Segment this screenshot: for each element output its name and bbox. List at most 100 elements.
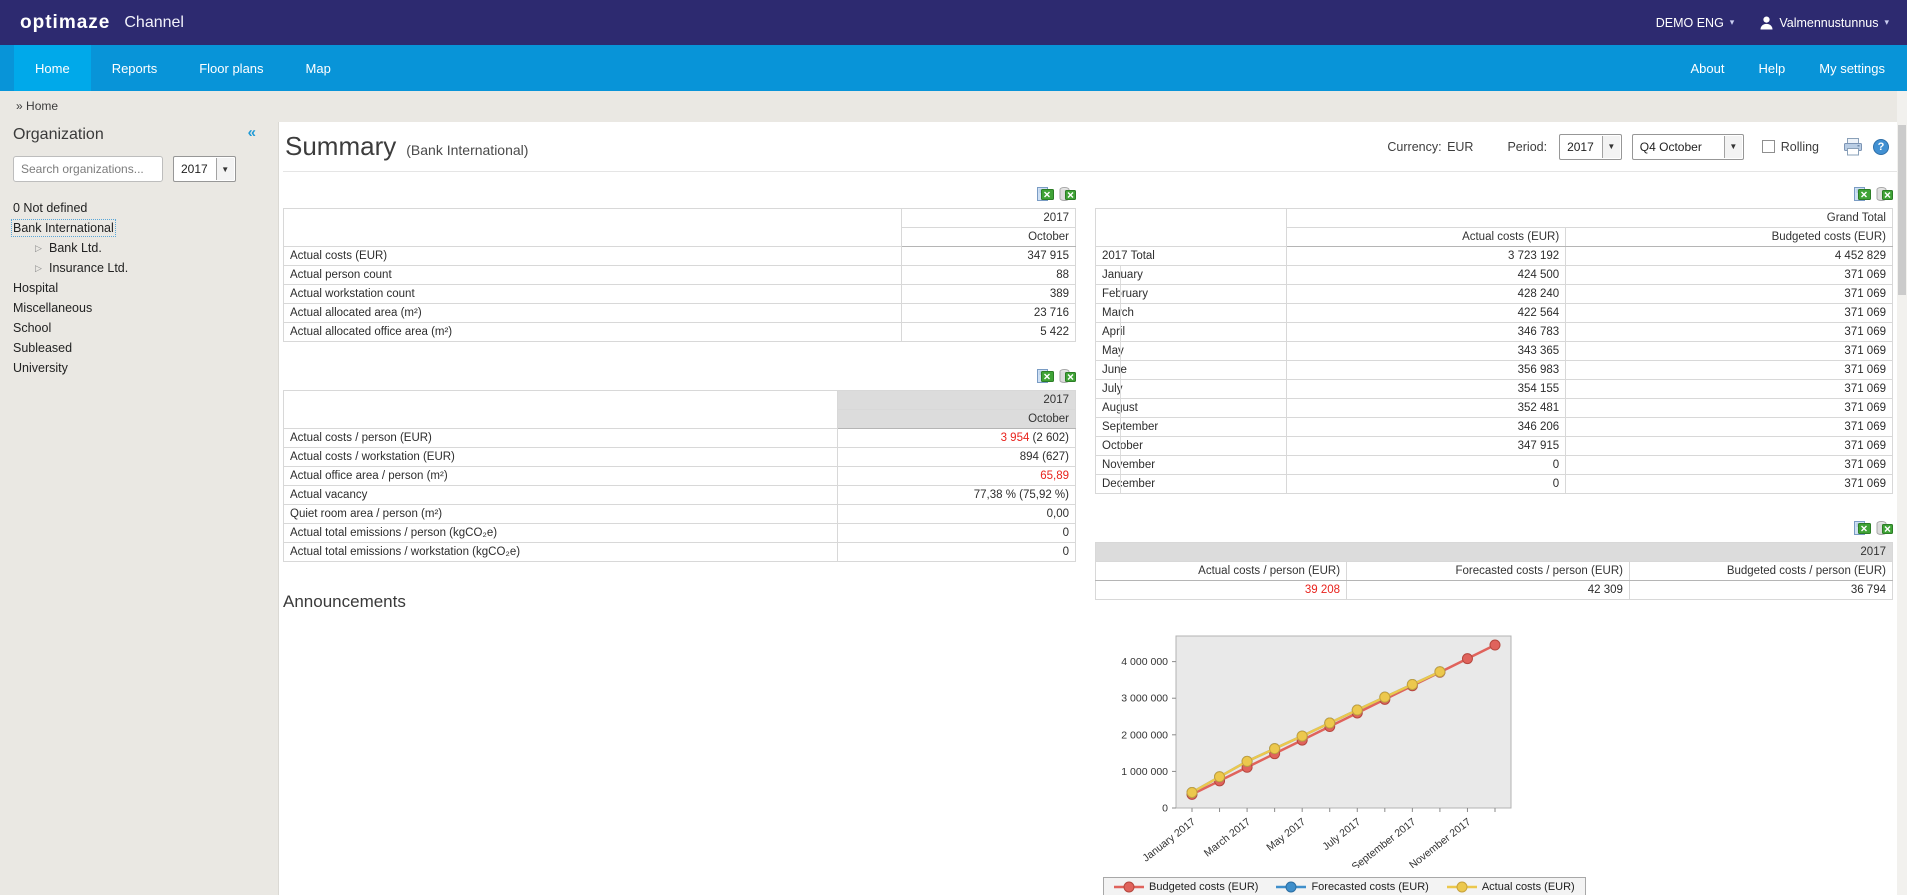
page-title: Summary: [285, 131, 396, 162]
tab-reports[interactable]: Reports: [91, 45, 179, 91]
row-value: 23 716: [901, 304, 1075, 323]
row-value: 88: [901, 266, 1075, 285]
y-tick-label: 3 000 000: [1121, 693, 1168, 705]
period-label: Period:: [1507, 140, 1547, 154]
excel-export-icon[interactable]: [1037, 186, 1054, 202]
chart-point: [1380, 692, 1390, 702]
chart-point: [1435, 667, 1445, 677]
period-year-select[interactable]: 2017 ▼: [1559, 134, 1622, 160]
row-value: 347 915: [901, 247, 1075, 266]
nav-link-about[interactable]: About: [1691, 61, 1725, 76]
tab-home[interactable]: Home: [14, 45, 91, 91]
row-budgeted: 371 069: [1566, 456, 1893, 475]
search-input[interactable]: [13, 156, 163, 182]
row-actual: 354 155: [1287, 380, 1566, 399]
user-menu[interactable]: Valmennustunnus ▾: [1760, 16, 1889, 30]
row-value: 65,89: [838, 467, 1076, 486]
organization-sidebar: Organization « 2017 ▼ 0 Not definedBank …: [0, 124, 268, 895]
currency-label: Currency:: [1387, 140, 1441, 154]
breadcrumb-home[interactable]: Home: [26, 99, 58, 113]
monthly-row-september: September346 206371 069: [1096, 418, 1893, 437]
row-label: Actual costs / workstation (EUR): [284, 448, 838, 467]
organization-tree: 0 Not definedBank International▷Bank Ltd…: [13, 198, 268, 378]
value-part: (2 602): [1029, 432, 1069, 444]
monthly-row-may: May343 365371 069: [1096, 342, 1893, 361]
row-budgeted: 371 069: [1566, 418, 1893, 437]
negative-value: 3 954: [1001, 432, 1030, 444]
excel-export-data-icon[interactable]: [1059, 186, 1076, 202]
row-label: Actual allocated office area (m²): [284, 323, 902, 342]
sidebar-item-miscellaneous[interactable]: Miscellaneous: [13, 298, 268, 318]
nav-link-my-settings[interactable]: My settings: [1819, 61, 1885, 76]
sidebar-collapse-icon[interactable]: «: [248, 124, 256, 141]
scrollbar-thumb[interactable]: [1898, 125, 1906, 295]
chart-legend: Budgeted costs (EUR) Forecasted costs (EU…: [1103, 877, 1586, 895]
y-tick-label: 0: [1162, 803, 1168, 815]
tab-floor-plans[interactable]: Floor plans: [178, 45, 284, 91]
monthly-row-july: July354 155371 069: [1096, 380, 1893, 399]
negative-value: 65,89: [1040, 470, 1069, 482]
monthly-row-october: October347 915371 069: [1096, 437, 1893, 456]
excel-export-data-icon[interactable]: [1876, 520, 1893, 536]
row-value: 389: [901, 285, 1075, 304]
expand-arrow-icon[interactable]: ▷: [35, 243, 49, 254]
product-name: Channel: [124, 14, 184, 32]
excel-export-icon[interactable]: [1854, 520, 1871, 536]
legend-swatch-icon: [1114, 881, 1144, 893]
sidebar-item-university[interactable]: University: [13, 358, 268, 378]
row-budgeted: 371 069: [1566, 399, 1893, 418]
sidebar-item-label: Subleased: [13, 341, 72, 355]
legend-item-forecasted-costs-eur[interactable]: Forecasted costs (EUR): [1276, 881, 1428, 893]
y-tick-label: 1 000 000: [1121, 766, 1168, 778]
chart-point: [1352, 705, 1362, 715]
print-button[interactable]: [1843, 138, 1863, 156]
sidebar-year-select[interactable]: 2017 ▼: [173, 156, 236, 182]
help-button[interactable]: ?: [1873, 139, 1889, 155]
legend-item-budgeted-costs-eur[interactable]: Budgeted costs (EUR): [1114, 881, 1258, 893]
row-budgeted: 371 069: [1566, 380, 1893, 399]
rolling-checkbox[interactable]: [1762, 140, 1775, 153]
period-quarter-select[interactable]: Q4 October ▼: [1632, 134, 1744, 160]
excel-export-icon[interactable]: [1037, 368, 1054, 384]
sidebar-item-hospital[interactable]: Hospital: [13, 278, 268, 298]
excel-export-data-icon[interactable]: [1059, 368, 1076, 384]
monthly-row-december: December0371 069: [1096, 475, 1893, 494]
chevron-down-icon: ▾: [1884, 17, 1889, 28]
chart-point: [1187, 787, 1197, 797]
row-actual: 428 240: [1287, 285, 1566, 304]
chart-point: [1490, 640, 1500, 650]
sidebar-item-0-not-defined[interactable]: 0 Not defined: [13, 198, 268, 218]
sidebar-item-label: Miscellaneous: [13, 301, 92, 315]
period-year-value: 2017: [1560, 135, 1601, 159]
sidebar-item-label: University: [13, 361, 68, 375]
excel-export-data-icon[interactable]: [1876, 186, 1893, 202]
chart-point: [1215, 772, 1225, 782]
row-value: 0,00: [838, 505, 1076, 524]
sidebar-item-bank-ltd[interactable]: ▷Bank Ltd.: [13, 238, 268, 258]
excel-export-icon[interactable]: [1854, 186, 1871, 202]
optimaze-logo[interactable]: optimaze: [20, 12, 110, 34]
chevron-down-icon: ▾: [1730, 17, 1735, 28]
legend-item-actual-costs-eur[interactable]: Actual costs (EUR): [1447, 881, 1575, 893]
chart-point: [1297, 731, 1307, 741]
page-subtitle: (Bank International): [406, 142, 528, 158]
row-actual: 356 983: [1287, 361, 1566, 380]
vertical-scrollbar[interactable]: [1897, 91, 1907, 895]
monthly-header-empty: [1096, 209, 1287, 247]
row-actual: 0: [1287, 456, 1566, 475]
sidebar-item-bank-international[interactable]: Bank International: [13, 218, 268, 238]
row-label: Quiet room area / person (m²): [284, 505, 838, 524]
sidebar-item-school[interactable]: School: [13, 318, 268, 338]
tab-map[interactable]: Map: [285, 45, 352, 91]
row-label: May: [1096, 342, 1287, 361]
environment-menu[interactable]: DEMO ENG ▾: [1656, 16, 1735, 30]
sidebar-item-subleased[interactable]: Subleased: [13, 338, 268, 358]
nav-link-help[interactable]: Help: [1759, 61, 1786, 76]
person-table-header-year: 2017: [1096, 543, 1893, 562]
summary-counts-table: 2017 October Actual costs (EUR)347 915Ac…: [283, 208, 1076, 342]
sidebar-item-insurance-ltd[interactable]: ▷Insurance Ltd.: [13, 258, 268, 278]
expand-arrow-icon[interactable]: ▷: [35, 263, 49, 274]
row-label: October: [1096, 437, 1287, 456]
dropdown-arrow-icon: ▼: [1602, 136, 1620, 158]
sidebar-year-value: 2017: [174, 157, 215, 181]
